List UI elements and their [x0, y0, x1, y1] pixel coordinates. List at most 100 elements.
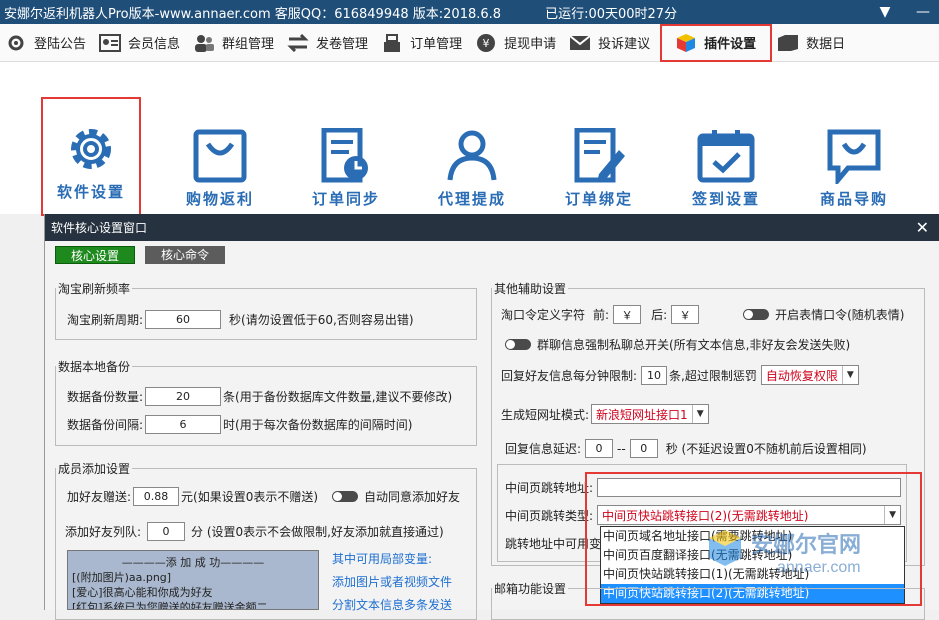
toolbar-item-label: 发卷管理 — [316, 37, 369, 52]
reply-delay-hint: 秒 (不延迟设置0不随机前后设置相同) — [665, 442, 867, 456]
private-toggle-row: 群聊信息强制私聊总开关(所有文本信息,非好友会发送失败) — [505, 336, 850, 353]
window-titlebar: 安娜尔返利机器人Pro版本-www.annaer.com 客服QQ：616849… — [0, 0, 939, 24]
penalty-select[interactable]: 自动恢复权限 ▼ — [760, 365, 859, 385]
toolbar-item-label: 数据日 — [806, 37, 846, 52]
watermark-logo: 安娜尔官网 annaer.com — [709, 530, 861, 576]
message-line: [(附加图片)aa.png] — [72, 571, 172, 584]
plugin-order-bind[interactable]: 订单绑定 — [551, 128, 647, 209]
toolbar-item-label: 群组管理 — [222, 37, 275, 52]
dialog-tabs: 核心设置 核心命令 — [55, 246, 225, 264]
friend-gift-label: 加好友赠送: — [67, 490, 132, 504]
toolbar-item-label: 投诉建议 — [598, 37, 651, 52]
delay-to-input[interactable]: 0 — [629, 439, 658, 458]
id-card-icon — [98, 32, 122, 54]
toolbar-item-order-manage[interactable]: 订单管理 — [376, 24, 470, 62]
plugin-agent-commission[interactable]: 代理提成 — [424, 128, 520, 209]
friend-gift-input[interactable]: 0.88 — [133, 487, 180, 506]
local-vars-title: 其中可用局部变量: — [332, 552, 433, 566]
window-title: 安娜尔返利机器人Pro版本-www.annaer.com 客服QQ：616849… — [4, 6, 502, 22]
toolbar-item-complaint[interactable]: 投诉建议 — [564, 24, 658, 62]
mail-icon — [568, 32, 592, 54]
plugin-order-sync[interactable]: 订单同步 — [298, 128, 394, 209]
backup-interval-input[interactable]: 6 — [145, 415, 222, 434]
auto-agree-toggle[interactable] — [332, 491, 359, 502]
tkl-back-label: 后: — [651, 308, 668, 322]
friend-queue-input[interactable]: 0 — [147, 522, 186, 541]
toolbar-item-group-manage[interactable]: 群组管理 — [188, 24, 282, 62]
plugin-label: 订单同步 — [311, 190, 380, 208]
tkl-row: 淘口令定义字符 前: ￥ 后: ￥ 开启表情口令(随机表情) — [501, 305, 904, 324]
plugin-software-settings[interactable]: 软件设置 — [41, 97, 141, 216]
shopping-bag-icon — [193, 129, 247, 183]
tkl-front-input[interactable]: ￥ — [613, 305, 642, 324]
emoji-toggle[interactable] — [743, 309, 770, 320]
runtime-label: 已运行:00天00时27分 — [545, 6, 678, 22]
plugin-label: 签到设置 — [691, 190, 760, 208]
short-url-value: 新浪短网址接口1 — [596, 407, 688, 422]
delay-from-input[interactable]: 0 — [585, 439, 614, 458]
welcome-message-textarea[interactable]: ————添 加 成 功———— [(附加图片)aa.png] [爱心]很高心能和… — [67, 550, 319, 610]
backup-count-input[interactable]: 20 — [145, 387, 222, 406]
message-line: [爱心]很高心能和你成为好友 — [72, 586, 213, 599]
plugin-product-guide[interactable]: 商品导购 — [806, 128, 902, 209]
toolbar-item-plugin-settings[interactable]: 插件设置 — [660, 23, 773, 62]
tab-core-commands[interactable]: 核心命令 — [145, 246, 225, 264]
chevron-down-icon: ▼ — [841, 366, 858, 384]
delay-separator: -- — [617, 441, 626, 456]
close-icon[interactable]: ✕ — [916, 218, 929, 237]
private-chat-toggle[interactable] — [505, 339, 531, 350]
friend-queue-hint: 分 (设置0表示不会做限制,好友添加就直接通过) — [191, 525, 444, 539]
plugin-label: 购物返利 — [185, 190, 254, 208]
short-url-label: 生成短网址模式: — [501, 407, 590, 422]
window-controls: ▼ — — [877, 0, 931, 24]
add-media-link[interactable]: 添加图片或者视频文件 — [332, 573, 452, 590]
group-legend: 淘宝刷新频率 — [58, 282, 131, 296]
plugin-label: 订单绑定 — [564, 190, 633, 208]
tab-core-settings[interactable]: 核心设置 — [55, 246, 135, 264]
toolbar-item-label: 会员信息 — [128, 37, 181, 52]
reply-delay-row: 回复信息延迟: 0 -- 0 秒 (不延迟设置0不随机前后设置相同) — [505, 439, 867, 458]
tkl-back-input[interactable]: ￥ — [671, 305, 700, 324]
plugin-shopping-rebate[interactable]: 购物返利 — [172, 128, 268, 209]
plugin-icon-row: 软件设置 购物返利 订单同步 代理提成 订单绑定 签到设置 商品导购 — [0, 62, 939, 216]
backup-interval-hint: 时(用于每次备份数据库的间隔时间) — [223, 418, 413, 432]
split-message-link[interactable]: 分割文本信息多条发送 — [332, 596, 452, 613]
svg-text:¥: ¥ — [483, 37, 490, 50]
friend-queue-row: 添加好友列队: 0 分 (设置0表示不会做限制,好友添加就直接通过) — [65, 522, 444, 541]
backup-count-row: 数据备份数量: 20 条(用于备份数据库文件数量,建议不要修改) — [67, 387, 452, 406]
auto-agree-label: 自动同意添加好友 — [364, 490, 461, 504]
minimize-icon[interactable]: — — [915, 4, 931, 20]
chevron-down-icon: ▼ — [691, 405, 708, 423]
refresh-period-hint: 秒(请勿设置低于60,否则容易出错) — [229, 313, 414, 327]
reply-limit-hint: 条,超过限制惩罚 — [669, 368, 757, 383]
plugin-checkin-settings[interactable]: 签到设置 — [678, 128, 774, 209]
user-group-icon — [447, 130, 497, 181]
toolbar-item-login-notice[interactable]: 登陆公告 — [0, 24, 94, 62]
toolbar-item-withdraw[interactable]: ¥ 提现申请 — [470, 24, 564, 62]
menu-dropdown-icon[interactable]: ▼ — [877, 4, 893, 20]
jump-type-label: 中间页跳转类型: — [505, 508, 594, 523]
users-icon — [192, 32, 216, 54]
toolbar-item-data-log[interactable]: 数据日 — [772, 24, 853, 62]
toolbar-item-coupon-manage[interactable]: 发卷管理 — [282, 24, 376, 62]
cube-icon — [674, 32, 698, 54]
dialog-title: 软件核心设置窗口 — [51, 221, 148, 235]
reply-limit-input[interactable]: 10 — [641, 365, 668, 385]
toolbar-item-member-info[interactable]: 会员信息 — [94, 24, 188, 62]
dialog-titlebar: 软件核心设置窗口 ✕ — [45, 214, 939, 241]
reply-delay-label: 回复信息延迟: — [505, 442, 582, 456]
reply-limit-row: 回复好友信息每分钟限制: 10 条,超过限制惩罚 自动恢复权限 ▼ — [501, 365, 859, 385]
taobao-refresh-row: 淘宝刷新周期: 60 秒(请勿设置低于60,否则容易出错) — [67, 310, 414, 329]
document-edit-icon — [574, 128, 625, 183]
refresh-period-input[interactable]: 60 — [145, 310, 222, 329]
yen-coin-icon: ¥ — [474, 32, 498, 54]
group-legend: 成员添加设置 — [58, 462, 131, 476]
short-url-row: 生成短网址模式: 新浪短网址接口1 ▼ — [501, 404, 709, 424]
toolbar-item-label: 提现申请 — [504, 37, 557, 52]
backup-interval-label: 数据备份间隔: — [67, 418, 144, 432]
short-url-select[interactable]: 新浪短网址接口1 ▼ — [591, 404, 709, 424]
main-toolbar: 登陆公告 会员信息 群组管理 发卷管理 订单管理 ¥ 提现申请 投诉建议 插件设… — [0, 23, 939, 62]
emoji-toggle-label: 开启表情口令(随机表情) — [775, 308, 905, 322]
message-line: [红包]系统已为您赠送的好友赠送金额二 — [72, 601, 268, 610]
chat-bag-icon — [827, 129, 881, 184]
